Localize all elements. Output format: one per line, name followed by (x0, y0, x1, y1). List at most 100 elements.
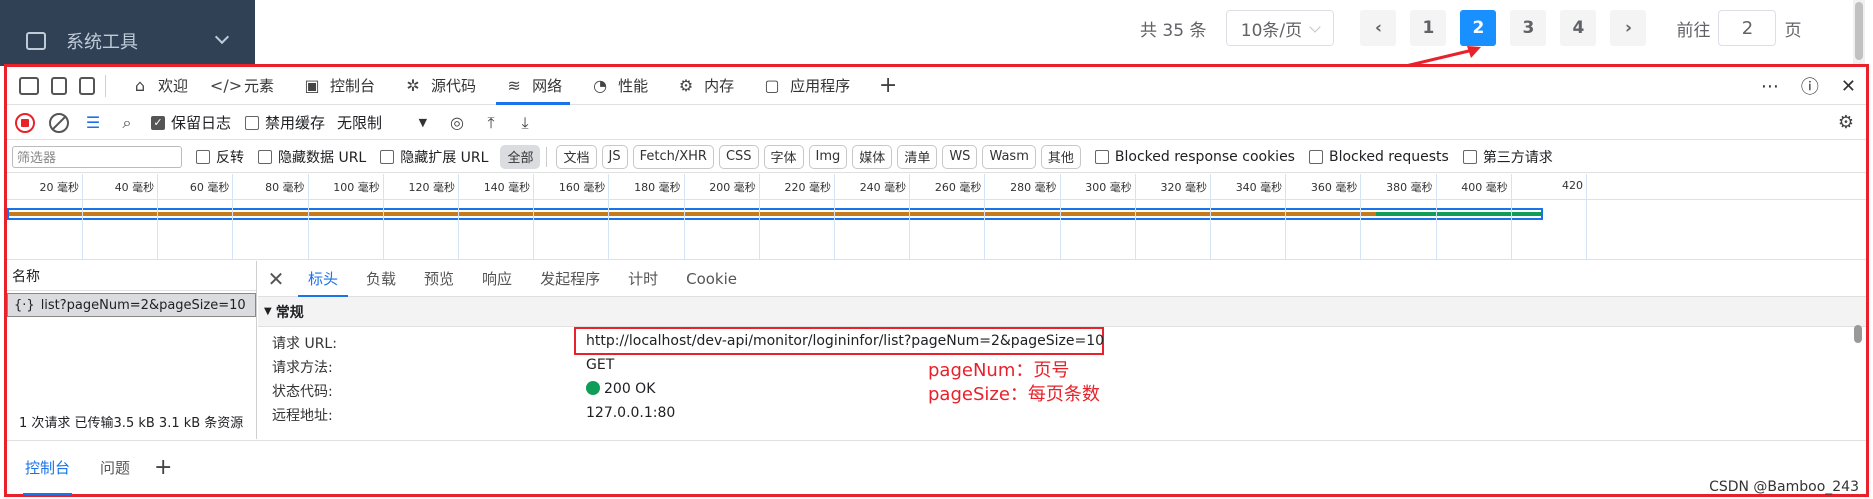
total-count: 共 35 条 (1140, 20, 1207, 41)
tab-sources[interactable]: ✲ 源代码 (389, 67, 490, 105)
page-button-3[interactable]: 3 (1510, 10, 1547, 46)
type-filter-wasm[interactable]: Wasm (982, 144, 1036, 169)
tab-timing[interactable]: 计时 (614, 261, 672, 297)
search-icon[interactable]: ⌕ (117, 113, 137, 132)
drawer-tabbar: 控制台 问题 + (7, 440, 1866, 495)
close-icon[interactable]: ✕ (1841, 76, 1856, 97)
network-timeline[interactable]: 20 毫秒 40 毫秒 60 毫秒 80 毫秒 100 毫秒 120 毫秒 140 毫秒 16… (7, 174, 1866, 260)
detail-tabs: ✕ 标头 负载 预览 响应 发起程序 计时 Cookie (258, 261, 1866, 297)
type-filter-css[interactable]: CSS (718, 144, 759, 169)
type-filter-font[interactable]: 字体 (763, 144, 804, 169)
upload-icon[interactable]: ⤒ (481, 113, 501, 132)
timeline-tick: 120 毫秒 (409, 174, 459, 260)
timeline-tick: 160 毫秒 (559, 174, 610, 260)
request-details: ✕ 标头 负载 预览 响应 发起程序 计时 Cookie ▼ 常规 请求 URL:… (258, 261, 1866, 439)
drawer-tab-issues[interactable]: 问题 (88, 441, 142, 495)
tab-initiator[interactable]: 发起程序 (526, 261, 614, 297)
timeline-tick: 140 毫秒 (484, 174, 535, 260)
type-filter-media[interactable]: 媒体 (852, 144, 893, 169)
tab-headers[interactable]: 标头 (294, 261, 352, 297)
goto-page-input[interactable] (1718, 10, 1777, 46)
timeline-tick: 220 毫秒 (785, 174, 835, 260)
wifi-icon: ≋ (507, 76, 521, 95)
blocked-cookies-checkbox[interactable]: Blocked response cookies (1094, 149, 1295, 165)
tab-preview[interactable]: 预览 (410, 261, 468, 297)
blocked-requests-checkbox[interactable]: Blocked requests (1308, 149, 1449, 165)
status-value: 200 OK (586, 381, 655, 397)
tab-performance[interactable]: ◔ 性能 (576, 67, 662, 105)
type-filter-all[interactable]: 全部 (500, 144, 541, 169)
dock-icon[interactable] (79, 76, 95, 95)
app-icon: ▢ (764, 76, 780, 95)
hide-data-url-checkbox[interactable]: 隐藏数据 URL (258, 147, 366, 167)
goto-page: 前往 页 (1676, 10, 1801, 46)
tab-elements[interactable]: </> 元素 (202, 67, 288, 105)
tab-console[interactable]: ▣ 控制台 (288, 67, 389, 105)
drawer-tab-console[interactable]: 控制台 (13, 441, 82, 495)
type-filter-img[interactable]: Img (808, 144, 848, 169)
page-size-select[interactable]: 10条/页 (1226, 10, 1335, 46)
device-toggle-icon[interactable] (51, 76, 67, 95)
details-scrollbar[interactable] (1852, 297, 1864, 439)
devtools-tabbar: ⌂ 欢迎 </> 元素 ▣ 控制台 ✲ 源代码 ≋ 网络 ◔ 性能 ⚙ 内存 ▢ 应用程序 + … (7, 67, 1866, 105)
status-ok-icon (586, 381, 600, 395)
triangle-down-icon: ▼ (264, 306, 272, 317)
invert-checkbox[interactable]: 反转 (196, 147, 244, 167)
plus-icon[interactable]: + (154, 455, 172, 480)
record-icon[interactable] (15, 112, 35, 133)
type-filter-js[interactable]: JS (601, 144, 628, 169)
filter-icon[interactable]: ☰ (83, 113, 103, 132)
disable-cache-checkbox[interactable]: 禁用缓存 (245, 112, 325, 133)
tab-payload[interactable]: 负载 (352, 261, 410, 297)
type-filter-doc[interactable]: 文档 (556, 144, 597, 169)
url-value: http://localhost/dev-api/monitor/loginin… (586, 333, 1105, 349)
filter-input[interactable]: 筛选器 (12, 145, 182, 168)
type-filter-ws[interactable]: WS (942, 144, 978, 169)
help-icon[interactable]: ⓘ (1801, 73, 1819, 99)
more-icon[interactable]: ⋯ (1761, 76, 1779, 97)
network-conditions-icon[interactable]: ◎ (447, 113, 467, 132)
hide-extension-url-checkbox[interactable]: 隐藏扩展 URL (380, 147, 488, 167)
tab-memory[interactable]: ⚙ 内存 (662, 67, 748, 105)
download-icon[interactable]: ⤓ (515, 113, 535, 132)
timeline-tick: 340 毫秒 (1236, 174, 1287, 260)
type-filter-fetch[interactable]: Fetch/XHR (632, 144, 714, 169)
pagination: 共 35 条 10条/页 ‹ 1 2 3 4 › 前往 页 (1140, 10, 1801, 46)
page-scrollbar[interactable] (1853, 0, 1865, 64)
name-column-header[interactable]: 名称 (7, 261, 256, 291)
page-button-1[interactable]: 1 (1410, 10, 1447, 46)
tab-application[interactable]: ▢ 应用程序 (748, 67, 864, 105)
chevron-down-icon[interactable] (214, 29, 230, 45)
clear-icon[interactable] (49, 112, 69, 133)
tab-response[interactable]: 响应 (468, 261, 526, 297)
add-tab-button[interactable]: + (864, 67, 920, 105)
devtools-window-controls: ⋯ ⓘ ✕ (1761, 67, 1856, 105)
gauge-icon: ◔ (593, 76, 608, 95)
tab-network[interactable]: ≋ 网络 (490, 67, 576, 105)
preserve-log-checkbox[interactable]: ✓ 保留日志 (151, 112, 231, 133)
throttling-select[interactable]: 无限制 (337, 111, 427, 135)
page-button-4[interactable]: 4 (1560, 10, 1597, 46)
inspect-icon[interactable] (19, 76, 39, 95)
timeline-tick: 400 毫秒 (1461, 174, 1512, 260)
third-party-checkbox[interactable]: 第三方请求 (1462, 147, 1553, 167)
timeline-tick: 380 毫秒 (1386, 174, 1437, 260)
general-section-header[interactable]: ▼ 常规 (258, 297, 1866, 327)
xhr-icon: {·} (14, 297, 35, 313)
next-page-button[interactable]: › (1610, 10, 1647, 46)
close-detail-icon[interactable]: ✕ (258, 267, 294, 291)
prev-page-button[interactable]: ‹ (1360, 10, 1397, 46)
type-filter-other[interactable]: 其他 (1040, 144, 1081, 169)
sidebar-item-system-tools[interactable]: 系统工具 (26, 28, 138, 54)
briefcase-icon (26, 32, 46, 50)
type-filter-manifest[interactable]: 清单 (897, 144, 938, 169)
home-icon: ⌂ (134, 76, 146, 95)
timeline-tick: 240 毫秒 (860, 174, 911, 260)
request-row[interactable]: {·} list?pageNum=2&pageSize=10 (7, 293, 256, 317)
tab-welcome[interactable]: ⌂ 欢迎 (116, 67, 202, 105)
timeline-tick: 360 毫秒 (1311, 174, 1362, 260)
timeline-tick: 180 毫秒 (634, 174, 685, 260)
page-button-2[interactable]: 2 (1460, 10, 1497, 46)
tab-cookies[interactable]: Cookie (672, 261, 751, 297)
settings-icon[interactable]: ⚙ (1836, 112, 1856, 133)
